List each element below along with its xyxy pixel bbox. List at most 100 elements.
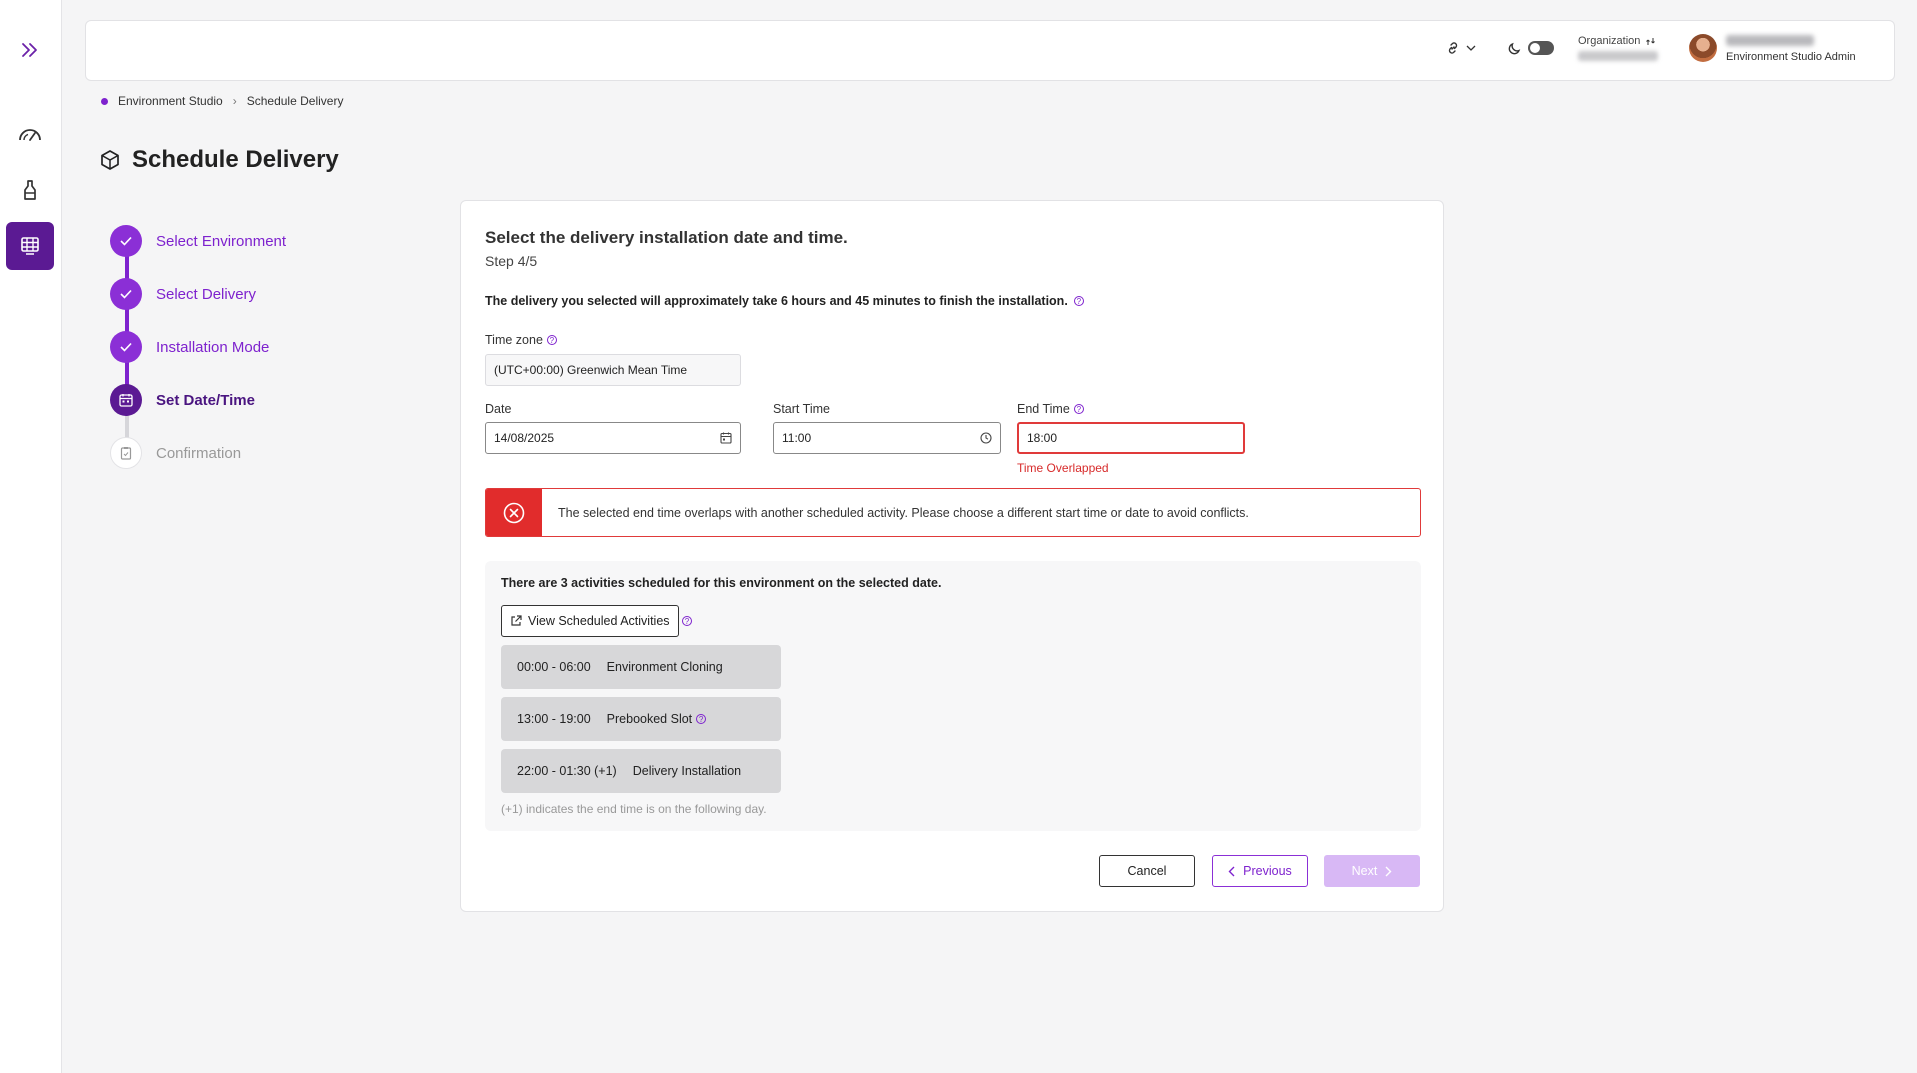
help-icon[interactable]: ? [1073, 296, 1084, 306]
organization-switcher[interactable]: Organization [1578, 35, 1668, 61]
activity-name-row: Prebooked Slot ? [606, 712, 707, 726]
chevron-right-icon [1385, 866, 1392, 876]
activity-time: 13:00 - 19:00 [517, 712, 591, 726]
cancel-label: Cancel [1127, 864, 1167, 878]
view-button-label: View Scheduled Activities [528, 614, 670, 628]
overlap-alert: The selected end time overlaps with anot… [485, 488, 1421, 537]
user-info[interactable]: Environment Studio Admin [1726, 35, 1856, 63]
alert-message: The selected end time overlaps with anot… [558, 505, 1249, 520]
help-icon[interactable]: ? [1073, 404, 1084, 414]
previous-label: Previous [1243, 864, 1292, 878]
help-icon[interactable]: ? [696, 714, 707, 724]
breadcrumb-dot-icon [101, 97, 108, 105]
theme-switch[interactable] [1528, 41, 1554, 55]
activities-footnote: (+1) indicates the end time is on the fo… [501, 802, 767, 816]
moon-icon [1508, 42, 1521, 55]
activity-item: 13:00 - 19:00 Prebooked Slot ? [501, 697, 781, 741]
end-time-value: 18:00 [1027, 431, 1058, 445]
step-label: Select Delivery [156, 285, 257, 303]
scheduled-activities-panel: There are 3 activities scheduled for thi… [485, 561, 1421, 831]
date-label: Date [485, 402, 512, 416]
chevron-down-icon [1466, 45, 1476, 51]
check-icon [110, 278, 142, 310]
stepper-progress-line [125, 241, 129, 401]
start-time-label: Start Time [773, 402, 830, 416]
step-indicator: Step 4/5 [485, 253, 538, 269]
error-circle-x-icon [486, 489, 542, 536]
breadcrumb: Environment Studio › Schedule Delivery [101, 94, 343, 108]
check-icon [110, 225, 142, 257]
date-input[interactable]: 14/08/2025 [485, 422, 741, 454]
activity-item: 22:00 - 01:30 (+1) Delivery Installation [501, 749, 781, 793]
activity-name: Environment Cloning [606, 660, 723, 674]
step-label: Installation Mode [156, 338, 270, 356]
step-select-delivery[interactable]: Select Delivery [110, 278, 256, 310]
card-title: Select the delivery installation date an… [485, 228, 848, 247]
link-icon [1448, 42, 1458, 54]
link-menu[interactable] [1446, 41, 1476, 55]
external-link-icon [511, 615, 522, 626]
start-time-value: 11:00 [782, 431, 812, 445]
start-time-label-row: Start Time [773, 402, 830, 416]
step-label: Select Environment [156, 232, 287, 250]
activity-name: Delivery Installation [632, 764, 742, 778]
step-label: Confirmation [156, 444, 242, 462]
next-button[interactable]: Next [1324, 855, 1420, 887]
page-title: Schedule Delivery [132, 146, 339, 173]
clock-icon[interactable] [980, 432, 992, 444]
avatar[interactable] [1689, 34, 1717, 62]
breadcrumb-separator-icon: › [232, 94, 237, 108]
activity-item: 00:00 - 06:00 Environment Cloning [501, 645, 781, 689]
top-header: Organization Environment Studio Admin [85, 20, 1895, 81]
activity-time: 00:00 - 06:00 [517, 660, 591, 674]
end-time-input[interactable]: 18:00 [1017, 422, 1245, 454]
chevron-left-icon [1228, 866, 1235, 876]
organization-name-blurred [1578, 51, 1658, 61]
timezone-label: Time zone [485, 333, 543, 347]
environment-bottle-icon[interactable] [6, 166, 54, 214]
step-set-date-time[interactable]: Set Date/Time [110, 384, 255, 416]
end-time-label-row: End Time ? [1017, 402, 1084, 416]
calendar-icon [110, 384, 142, 416]
date-label-row: Date [485, 402, 511, 416]
user-name-blurred [1726, 35, 1814, 46]
date-value: 14/08/2025 [494, 431, 555, 445]
previous-button[interactable]: Previous [1212, 855, 1308, 887]
schedule-card: Select the delivery installation date an… [460, 200, 1444, 912]
dashboard-gauge-icon[interactable] [6, 110, 54, 158]
clipboard-icon [110, 437, 142, 469]
step-installation-mode[interactable]: Installation Mode [110, 331, 269, 363]
activity-name: Prebooked Slot [606, 712, 693, 726]
check-icon [110, 331, 142, 363]
start-time-input[interactable]: 11:00 [773, 422, 1001, 454]
activities-title: There are 3 activities scheduled for thi… [501, 576, 942, 590]
end-time-label: End Time [1017, 402, 1070, 416]
help-icon[interactable]: ? [682, 616, 692, 626]
cancel-button[interactable]: Cancel [1099, 855, 1195, 887]
expand-sidebar-icon[interactable] [6, 26, 54, 74]
left-rail [0, 0, 62, 1073]
page-title-row: Schedule Delivery [100, 146, 339, 174]
duration-text: The delivery you selected will approxima… [485, 294, 1068, 308]
step-select-environment[interactable]: Select Environment [110, 225, 286, 257]
duration-info: The delivery you selected will approxima… [485, 294, 1084, 308]
step-label: Set Date/Time [156, 391, 255, 409]
activity-time: 22:00 - 01:30 (+1) [517, 764, 617, 778]
organization-label: Organization [1578, 35, 1641, 47]
switch-arrows-icon [1646, 37, 1656, 45]
schedule-grid-icon[interactable] [6, 222, 54, 270]
end-time-error: Time Overlapped [1017, 461, 1109, 475]
breadcrumb-item-environment-studio[interactable]: Environment Studio [118, 94, 223, 108]
view-scheduled-activities-button[interactable]: View Scheduled Activities [501, 605, 679, 637]
help-icon[interactable]: ? [546, 335, 557, 345]
breadcrumb-item-current: Schedule Delivery [246, 94, 344, 108]
timezone-label-row: Time zone ? [485, 333, 557, 347]
next-label: Next [1351, 864, 1378, 878]
user-role: Environment Studio Admin [1726, 51, 1856, 63]
timezone-value: (UTC+00:00) Greenwich Mean Time [494, 363, 688, 377]
timezone-field: (UTC+00:00) Greenwich Mean Time [485, 354, 741, 386]
step-confirmation: Confirmation [110, 437, 241, 469]
theme-toggle[interactable] [1508, 41, 1554, 55]
package-box-icon [101, 150, 119, 170]
calendar-icon[interactable] [720, 432, 732, 444]
